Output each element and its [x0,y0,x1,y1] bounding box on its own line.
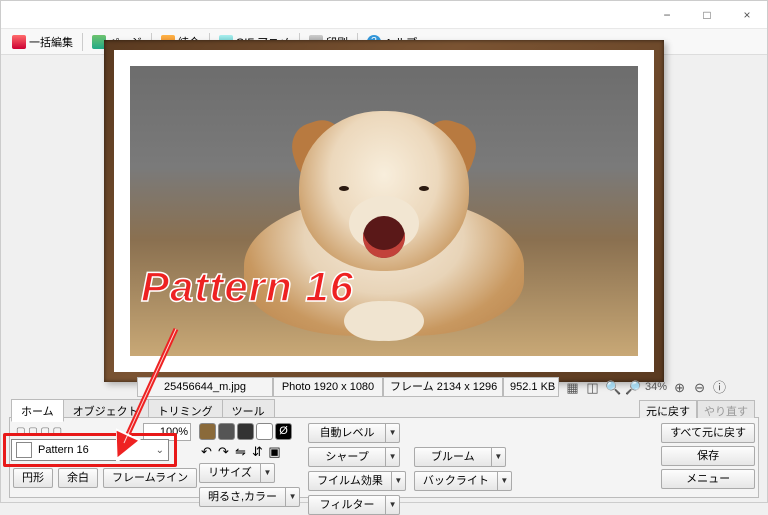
brightness-color-button[interactable]: 明るさ,カラー [199,487,286,507]
swatch-col: Ø ↶ ↷ ⇋ ⇵ ▣ リサイズ ▼ 明るさ,カラー ▼ [199,423,300,492]
margin-button[interactable]: 余白 [58,468,98,488]
flip-v-icon[interactable]: ⇵ [250,444,265,459]
backlight-button[interactable]: バックライト [414,471,498,491]
backlight-dd-icon[interactable]: ▼ [498,471,512,491]
info-icon[interactable]: ⓘ [712,380,727,395]
frameline-button[interactable]: フレームライン [103,468,197,488]
resize-button[interactable]: リサイズ [199,463,261,483]
swatch-2[interactable] [218,423,235,440]
title-bar: − □ × [1,1,767,29]
undo-all-button[interactable]: すべて元に戻す [661,423,755,443]
swatch-none-icon[interactable]: Ø [275,423,292,440]
auto-level-button[interactable]: 自動レベル [308,423,386,443]
swatch-4[interactable] [256,423,273,440]
film-effect-dd-icon[interactable]: ▼ [392,471,406,491]
save-button[interactable]: 保存 [661,446,755,466]
batch-edit-icon [12,35,26,49]
photo-image [130,66,638,356]
resize-dd-icon[interactable]: ▼ [261,463,275,483]
grid-icon[interactable]: ▦ [565,380,580,395]
chevron-down-icon: ⌄ [156,445,164,456]
zoom-value: 34% [645,381,667,393]
status-bar: 25456644_m.jpg Photo 1920 x 1080 フレーム 21… [137,377,757,397]
crop-icon[interactable]: ◫ [585,380,600,395]
pattern-swatch-icon [16,442,32,458]
swatch-3[interactable] [237,423,254,440]
effect-col-2: ブルーム ▼ バックライト ▼ [414,423,512,492]
pattern-dropdown-wrap: Pattern 16 ⌄ [11,439,169,461]
status-filename: 25456644_m.jpg [137,377,273,397]
rotate-left-icon[interactable]: ↶ [199,444,214,459]
flip-h-icon[interactable]: ⇋ [233,444,248,459]
frame-mat [114,50,654,372]
canvas-area[interactable] [1,55,767,377]
shape-row: 円形 余白 フレームライン [13,468,197,488]
status-photo-dim: Photo 1920 x 1080 [273,377,383,397]
pattern-selected-label: Pattern 16 [38,444,89,456]
sharpen-dd-icon[interactable]: ▼ [386,447,400,467]
toolbar-divider [82,33,83,51]
crop-tool-icon[interactable]: ▣ [267,444,282,459]
zoom-out-icon[interactable]: 🔎 [625,380,640,395]
maximize-button[interactable]: □ [687,1,727,29]
effect-col-1: 自動レベル ▼ シャープ ▼ フイルム効果 ▼ フィルター ▼ [308,423,406,492]
picture-frame [104,40,664,382]
right-button-col: すべて元に戻す 保存 メニュー [661,423,755,489]
zoom-minus-icon[interactable]: ⊖ [692,380,707,395]
tab-home[interactable]: ホーム [11,399,64,422]
auto-level-dd-icon[interactable]: ▼ [386,423,400,443]
zoom-in-icon[interactable]: 🔍 [605,380,620,395]
status-frame-dim: フレーム 2134 x 1296 [383,377,503,397]
menu-button[interactable]: メニュー [661,469,755,489]
minimize-button[interactable]: − [647,1,687,29]
rotate-right-icon[interactable]: ↷ [216,444,231,459]
batch-edit-label: 一括編集 [29,34,73,50]
close-button[interactable]: × [727,1,767,29]
swatch-1[interactable] [199,423,216,440]
filter-button[interactable]: フィルター [308,495,386,515]
circle-button[interactable]: 円形 [13,468,53,488]
film-effect-button[interactable]: フイルム効果 [308,471,392,491]
bloom-dd-icon[interactable]: ▼ [492,447,506,467]
pattern-dropdown[interactable]: Pattern 16 ⌄ [11,439,169,461]
zoom-plus-icon[interactable]: ⊕ [672,380,687,395]
status-filesize: 952.1 KB [503,377,559,397]
filter-dd-icon[interactable]: ▼ [386,495,400,515]
bloom-button[interactable]: ブルーム [414,447,492,467]
sharpen-button[interactable]: シャープ [308,447,386,467]
brightness-dd-icon[interactable]: ▼ [286,487,300,507]
batch-edit-button[interactable]: 一括編集 [5,31,80,53]
